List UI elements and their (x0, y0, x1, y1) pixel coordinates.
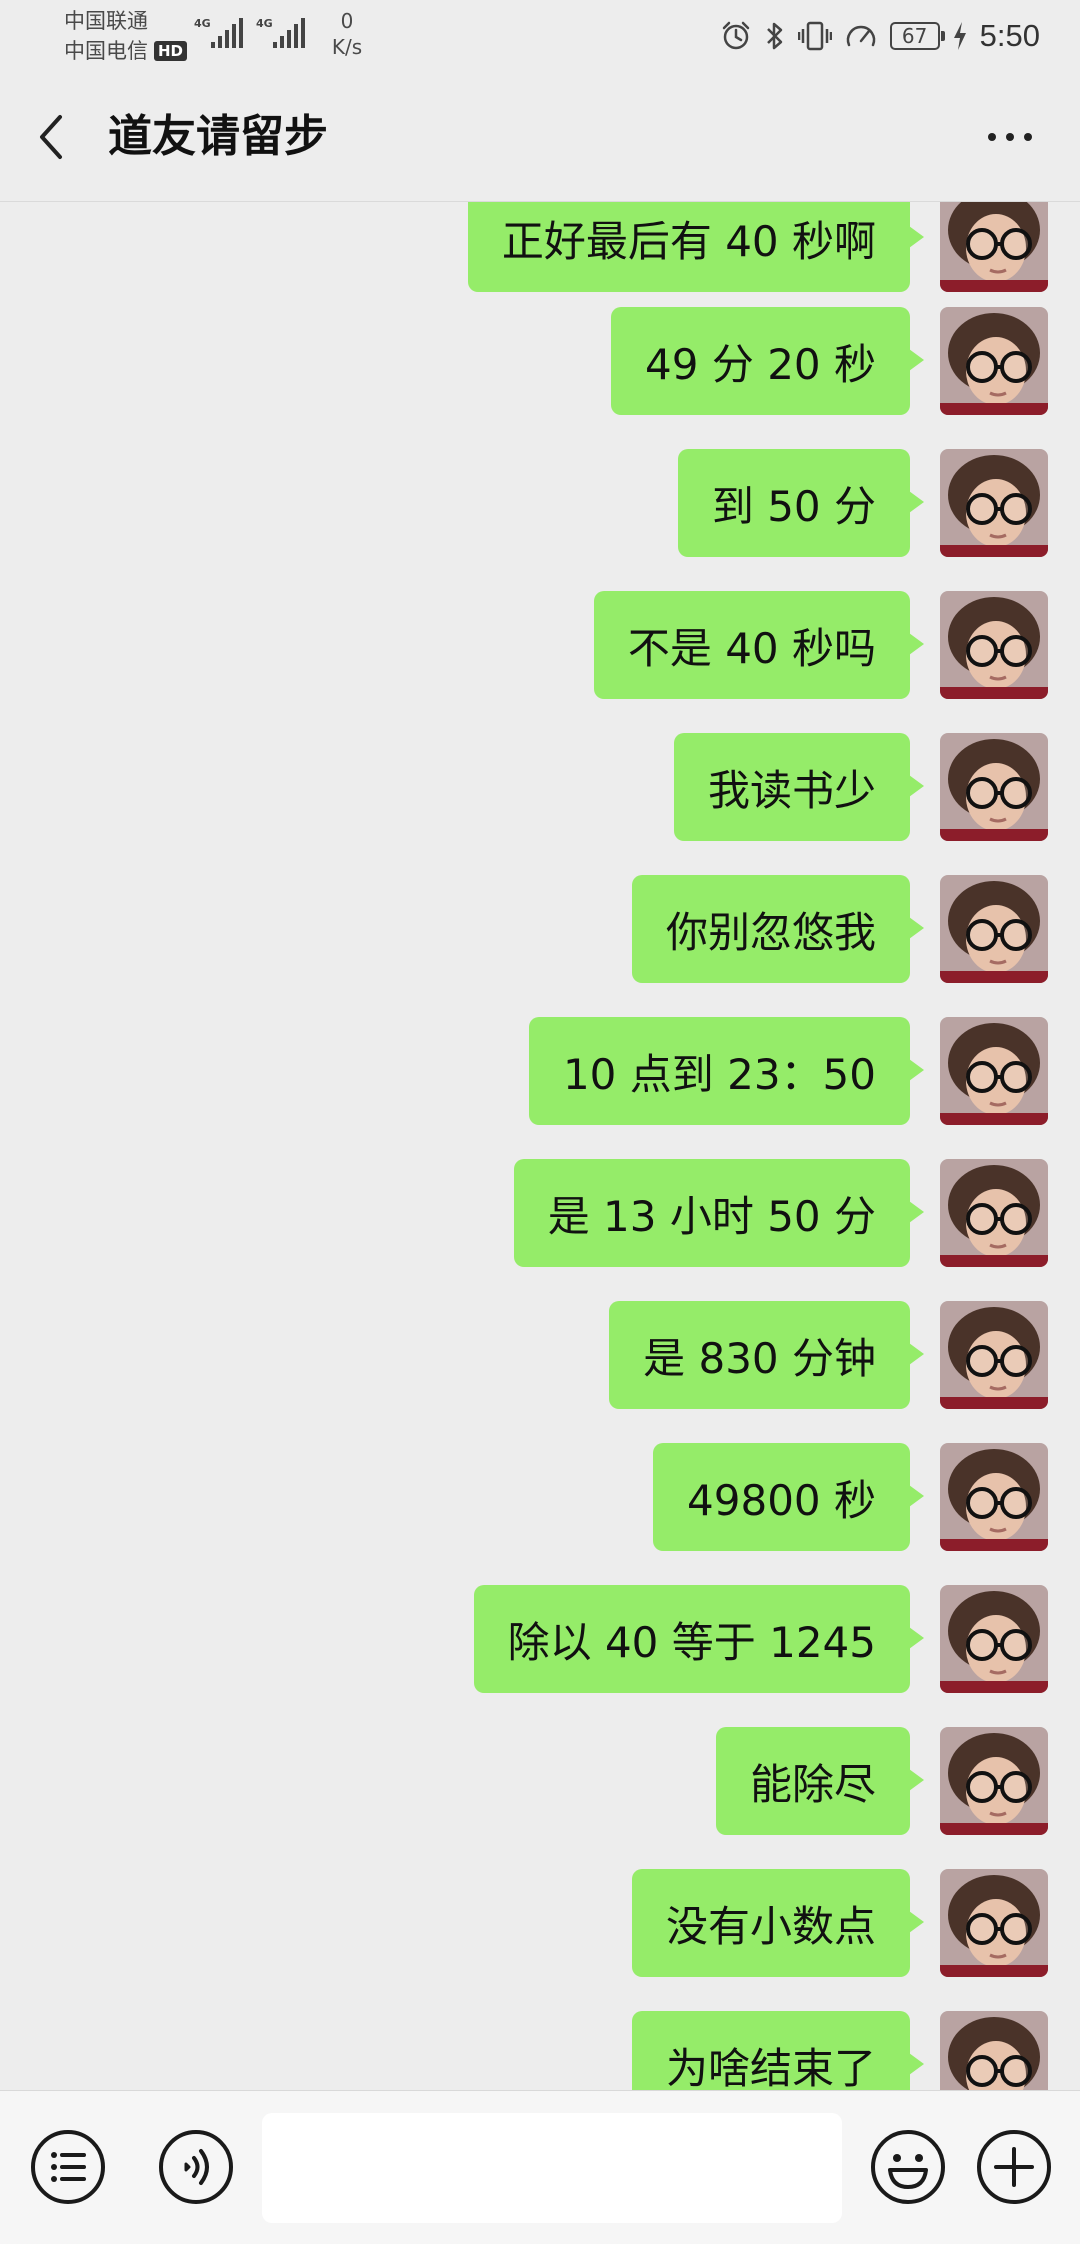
more-options-button[interactable] (980, 117, 1040, 157)
battery-level: 67 (901, 24, 928, 48)
avatar-image (940, 1585, 1048, 1693)
message-row: 我读书少 (0, 733, 1080, 843)
message-row: 不是 40 秒吗 (0, 591, 1080, 701)
message-bubble[interactable]: 没有小数点 (631, 1869, 925, 1977)
avatar-image (940, 1727, 1048, 1835)
emoji-button[interactable] (868, 2127, 948, 2207)
network-speed-value: 0 (340, 9, 354, 33)
message-row: 是 830 分钟 (0, 1301, 1080, 1411)
message-bubble[interactable]: 除以 40 等于 1245 (473, 1585, 925, 1693)
voice-icon (159, 2130, 233, 2204)
signal-strength-icon-2: 4G (256, 17, 305, 48)
plus-icon (977, 2130, 1051, 2204)
avatar[interactable] (940, 875, 1048, 983)
chat-header: 道友请留步 (0, 72, 1080, 202)
more-functions-button[interactable] (974, 2127, 1054, 2207)
message-input[interactable] (262, 2113, 842, 2223)
message-row: 49 分 20 秒 (0, 307, 1080, 417)
network-speed-unit: K/s (331, 35, 363, 59)
menu-list-button[interactable] (28, 2127, 108, 2207)
message-bubble[interactable]: 为啥结束了 (631, 2011, 925, 2090)
avatar-image (940, 1301, 1048, 1409)
avatar-image (940, 2011, 1048, 2090)
carrier-name-1: 中国联通 (64, 9, 148, 33)
avatar[interactable] (940, 1017, 1048, 1125)
message-row: 49800 秒 (0, 1443, 1080, 1553)
message-bubble[interactable]: 是 830 分钟 (609, 1301, 924, 1409)
chat-title: 道友请留步 (108, 111, 328, 162)
bluetooth-icon (766, 22, 782, 50)
network-speed: 0 K/s (322, 8, 372, 60)
avatar[interactable] (940, 733, 1048, 841)
avatar-image (940, 1443, 1048, 1551)
message-row: 能除尽 (0, 1727, 1080, 1837)
message-bubble[interactable]: 我读书少 (673, 733, 925, 841)
input-bar (0, 2090, 1080, 2244)
message-list[interactable]: 正好最后有 40 秒啊 49 分 20 秒 到 50 分 不是 40 秒吗 我读… (0, 202, 1080, 2090)
message-row: 没有小数点 (0, 1869, 1080, 1979)
avatar[interactable] (940, 1869, 1048, 1977)
network-type-2: 4G (256, 17, 273, 30)
avatar[interactable] (940, 1159, 1048, 1267)
message-bubble[interactable]: 49800 秒 (653, 1443, 924, 1551)
voice-button[interactable] (156, 2127, 236, 2207)
avatar-image (940, 733, 1048, 841)
avatar[interactable] (940, 2011, 1048, 2090)
message-row: 10 点到 23：50 (0, 1017, 1080, 1127)
avatar[interactable] (940, 1443, 1048, 1551)
message-bubble[interactable]: 10 点到 23：50 (528, 1017, 925, 1125)
avatar[interactable] (940, 1585, 1048, 1693)
message-bubble[interactable]: 49 分 20 秒 (611, 307, 924, 415)
network-type-1: 4G (194, 17, 211, 30)
chevron-left-icon (40, 115, 62, 159)
message-bubble[interactable]: 正好最后有 40 秒啊 (467, 202, 925, 292)
message-row: 正好最后有 40 秒啊 (0, 202, 1080, 294)
status-icons: 67 5:50 (720, 12, 1040, 60)
more-dots-icon (988, 133, 1032, 141)
avatar[interactable] (940, 591, 1048, 699)
message-row: 为啥结束了 (0, 2011, 1080, 2090)
avatar-image (940, 449, 1048, 557)
message-bubble[interactable]: 到 50 分 (677, 449, 925, 557)
avatar-image (940, 875, 1048, 983)
menu-list-icon (31, 2130, 105, 2204)
avatar[interactable] (940, 202, 1048, 292)
avatar-image (940, 591, 1048, 699)
message-bubble[interactable]: 不是 40 秒吗 (593, 591, 925, 699)
message-row: 你别忽悠我 (0, 875, 1080, 985)
carrier-name-2: 中国电信 (64, 39, 148, 63)
clock: 5:50 (979, 18, 1040, 53)
avatar[interactable] (940, 307, 1048, 415)
emoji-icon (871, 2130, 945, 2204)
message-bubble[interactable]: 你别忽悠我 (631, 875, 925, 983)
vibrate-icon (797, 21, 832, 51)
signal-strength-icon-1: 4G (194, 17, 243, 48)
avatar[interactable] (940, 1301, 1048, 1409)
avatar[interactable] (940, 449, 1048, 557)
speed-gauge-icon (846, 25, 875, 47)
message-row: 是 13 小时 50 分 (0, 1159, 1080, 1269)
back-button[interactable] (30, 107, 78, 167)
hd-badge: HD (154, 41, 188, 61)
avatar-image (940, 1159, 1048, 1267)
message-bubble[interactable]: 是 13 小时 50 分 (513, 1159, 925, 1267)
message-bubble[interactable]: 能除尽 (715, 1727, 925, 1835)
avatar-image (940, 1869, 1048, 1977)
avatar-image (940, 202, 1048, 292)
status-bar: 中国联通 中国电信 HD 4G 4G 0 K/s 67 5:50 (0, 0, 1080, 72)
carrier-info: 中国联通 中国电信 HD (64, 6, 188, 66)
battery-icon: 67 (889, 22, 945, 50)
charging-icon (953, 22, 966, 50)
avatar[interactable] (940, 1727, 1048, 1835)
message-row: 除以 40 等于 1245 (0, 1585, 1080, 1695)
alarm-icon (722, 21, 749, 50)
message-row: 到 50 分 (0, 449, 1080, 559)
avatar-image (940, 1017, 1048, 1125)
avatar-image (940, 307, 1048, 415)
